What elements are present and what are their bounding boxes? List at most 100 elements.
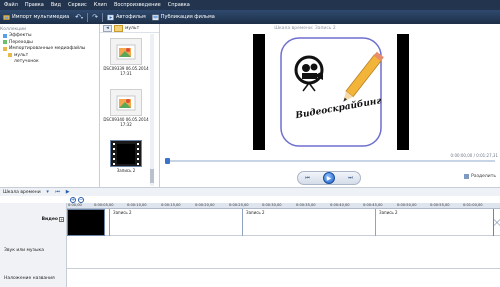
tree-item-label: Импортированные медиафайлы	[9, 46, 86, 52]
timecode: 0:00:00,00 / 0:01:27,31	[450, 153, 498, 158]
track-labels: Видео + Звук или музыка Наложение назван…	[0, 203, 67, 287]
track-label-audio: Звук или музыка	[4, 248, 44, 253]
seek-bar[interactable]	[168, 160, 495, 162]
video-clip[interactable]: Запись 2	[242, 209, 375, 236]
tree-item-letuchonok[interactable]: летучонок	[0, 59, 99, 66]
tree-item-label: летучонок	[14, 59, 39, 65]
menu-view[interactable]: Вид	[51, 2, 61, 8]
automovie-button[interactable]: Автофильм	[107, 14, 146, 21]
dropdown-icon[interactable]: ▾	[45, 189, 51, 195]
thumbnail-caption: DSC09340 06.05.2014 17:32	[103, 117, 149, 127]
tree-item-label: Эффекты	[9, 33, 32, 39]
tree-item-imported[interactable]: Импортированные медиафайлы	[0, 46, 99, 53]
split-icon	[464, 174, 470, 179]
effects-icon	[3, 33, 7, 38]
preview-monitor: Видеоскрайбинг	[253, 34, 409, 150]
menu-bar: Файл Правка Вид Сервис Клип Воспроизведе…	[0, 0, 500, 10]
caption-line: 17:32	[120, 122, 132, 127]
image-thumbnail	[110, 89, 142, 116]
clip-end-marker[interactable]	[493, 209, 500, 236]
next-frame-icon[interactable]: ⏭	[347, 175, 354, 181]
toolbar-separator	[101, 12, 103, 22]
tree-item-label: Переходы	[9, 39, 33, 45]
scrollbar-thumb[interactable]	[150, 169, 154, 183]
ruler-tick: 0:00:55,00	[430, 203, 450, 207]
automovie-icon	[107, 14, 114, 20]
thumbnail-item[interactable]: DSC09340 06.05.2014 17:32	[103, 89, 149, 127]
ruler-tick: 0:01:00,00	[463, 203, 483, 207]
thumbnail-caption: Запись 2	[103, 168, 149, 173]
seek-handle[interactable]	[165, 158, 170, 164]
preview-title: Шкала времени: Запись 2	[274, 26, 336, 31]
caption-line: 17:31	[120, 71, 132, 76]
menu-clip[interactable]: Клип	[94, 2, 107, 8]
thumbnail-item[interactable]: DSC09339 06.05.2014 17:31	[103, 38, 149, 76]
timeline-toolbar: Шкала времени ▾ ⏮ ▶	[0, 187, 500, 196]
videoscribing-logo-icon	[280, 37, 384, 147]
playback-controls: ⏮ ▶ ⏭	[297, 171, 361, 185]
track-label-video: Видео	[41, 217, 58, 222]
menu-file[interactable]: Файл	[4, 2, 18, 8]
broken-image-icon	[116, 44, 136, 59]
split-label: Разделить	[471, 174, 496, 179]
toolbar: Импорт мультимедиа ↶ ▾ ↷ Автофильм Публи…	[0, 10, 500, 24]
video-clip-thumbnail[interactable]	[67, 209, 105, 236]
film-strip-icon	[112, 141, 140, 166]
thumbs-scrollbar[interactable]	[150, 34, 154, 186]
preview-area: Шкала времени: Запись 2 Видеоскрайбинг 0…	[160, 24, 500, 187]
broken-image-icon	[116, 95, 136, 110]
clip-label: Запись 2	[113, 210, 132, 215]
audio-track[interactable]	[67, 236, 500, 269]
redo-icon[interactable]: ↷	[92, 13, 98, 21]
timeline-label[interactable]: Шкала времени	[3, 190, 41, 195]
expand-track-icon[interactable]: +	[59, 217, 64, 222]
thumbs-header: ◂ мульт	[100, 24, 159, 33]
zoom-in-icon[interactable]: +	[70, 196, 76, 203]
ruler-tick: 0:00:05,00	[94, 203, 114, 207]
menu-help[interactable]: Справка	[168, 2, 190, 8]
play-timeline-icon[interactable]: ▶	[65, 189, 71, 195]
track-label-overlay: Наложение названия	[4, 276, 55, 281]
ruler-tick: 0:00:50,00	[397, 203, 417, 207]
ruler-tick: 0:00,00	[68, 203, 82, 207]
previous-frame-icon[interactable]: ⏮	[304, 175, 311, 181]
thumbs-breadcrumb[interactable]: мульт	[125, 26, 139, 31]
automovie-label: Автофильм	[115, 14, 146, 20]
menu-edit[interactable]: Правка	[25, 2, 44, 8]
thumbnail-caption: DSC09339 06.05.2014 17:31	[103, 66, 149, 76]
title-overlay-track[interactable]	[67, 269, 500, 287]
video-clip[interactable]: Запись 2	[375, 209, 493, 236]
rewind-icon[interactable]: ⏮	[55, 189, 61, 195]
undo-dropdown-icon[interactable]: ▾	[81, 14, 83, 21]
image-thumbnail	[110, 38, 142, 65]
menu-play[interactable]: Воспроизведение	[114, 2, 161, 8]
video-track[interactable]: Запись 2 Запись 2 Запись 2	[67, 209, 500, 236]
tree-header-label: Коллекции	[0, 26, 27, 32]
zoom-row: + −	[0, 196, 500, 203]
folder-icon[interactable]	[114, 24, 123, 32]
ruler-tick: 0:00:40,00	[330, 203, 350, 207]
video-thumbnail	[110, 140, 142, 167]
clip-label: Запись 2	[379, 210, 398, 215]
publish-movie-label: Публикация фильма	[160, 14, 215, 20]
ruler-tick: 0:00:10,00	[127, 203, 147, 207]
publish-icon	[151, 14, 159, 20]
back-button[interactable]: ◂	[103, 24, 112, 32]
zoom-out-icon[interactable]: −	[78, 196, 84, 203]
ruler-tick: 0:00:25,00	[229, 203, 249, 207]
ruler-tick: 0:00:20,00	[195, 203, 215, 207]
video-clip[interactable]: Запись 2	[109, 209, 242, 236]
split-button[interactable]: Разделить	[464, 174, 496, 179]
import-icon	[3, 14, 10, 20]
import-media-button[interactable]: Импорт мультимедиа	[3, 14, 69, 21]
play-icon[interactable]: ▶	[323, 172, 335, 184]
import-media-label: Импорт мультимедиа	[12, 14, 70, 20]
media-thumbnails-panel: ◂ мульт DSC09339 06.05.2014 17:31 DSC093…	[100, 24, 160, 187]
preview-frame: Видеоскрайбинг	[265, 34, 397, 150]
folder-icon	[8, 53, 12, 58]
thumbnail-item-selected[interactable]: Запись 2	[103, 140, 149, 173]
folder-icon	[3, 46, 7, 51]
publish-movie-button[interactable]: Публикация фильма	[151, 14, 215, 21]
ruler-tick: 0:00:35,00	[296, 203, 316, 207]
menu-tools[interactable]: Сервис	[68, 2, 87, 8]
